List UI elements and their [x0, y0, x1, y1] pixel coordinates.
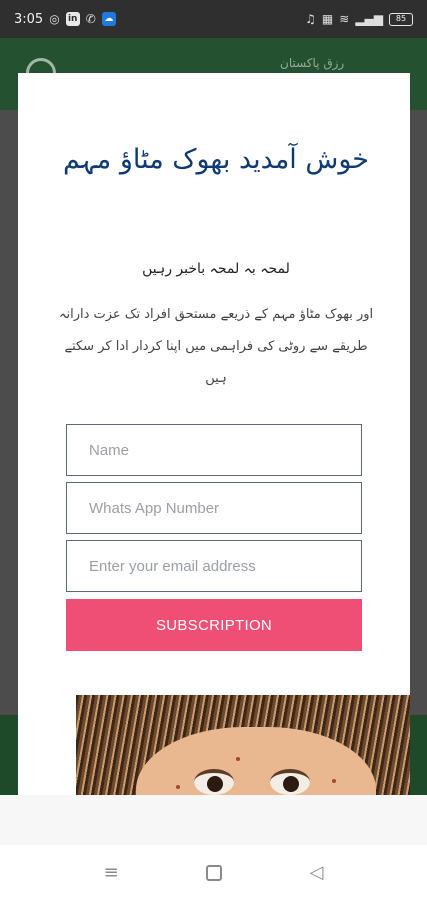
menu-lines-icon[interactable]: ≡: [104, 862, 119, 883]
wifi-icon: ≋: [339, 12, 350, 26]
child-photo: [76, 695, 410, 795]
battery-icon: 85: [389, 12, 413, 26]
modal-title: خوش آمدید بھوک مٹاؤ مہم: [63, 144, 369, 175]
photo-freckle: [332, 779, 336, 783]
status-bar-left: 3:05 ◎ in ✆ ☁: [14, 12, 116, 27]
page-bottom-strip: [0, 795, 427, 845]
subscription-modal: خوش آمدید بھوک مٹاؤ مہم لمحہ بہ لمحہ باخ…: [18, 73, 410, 795]
photo-right-eye: [270, 769, 310, 795]
phone-icon: ✆: [85, 12, 96, 26]
modal-description: اور بھوک مٹاؤ مہم کے ذریعے مستحق افراد ت…: [58, 307, 374, 386]
background-logo: رزق پاکستان: [280, 56, 345, 70]
volte-icon: ▦: [321, 12, 334, 26]
clock: 3:05: [14, 11, 44, 27]
subscription-button[interactable]: SUBSCRIPTION: [66, 599, 362, 651]
name-field[interactable]: [66, 424, 362, 476]
system-nav-bar: ≡ ◁: [0, 845, 427, 900]
linkedin-icon: in: [65, 12, 80, 26]
status-bar-right: ♫ ▦ ≋ ▂▄▆ 85: [305, 12, 413, 26]
whatsapp-number-field[interactable]: [66, 482, 362, 534]
modal-subtitle: لمحہ بہ لمحہ باخبر رہیں: [142, 261, 290, 277]
photo-freckle: [236, 757, 240, 761]
photo-left-eye: [194, 769, 234, 795]
photo-freckle: [176, 785, 180, 789]
triangle-back-icon[interactable]: ◁: [309, 862, 323, 883]
cloud-app-icon: ☁: [101, 12, 116, 26]
email-field[interactable]: [66, 540, 362, 592]
headset-icon: ♫: [305, 12, 316, 26]
square-home-icon[interactable]: [206, 864, 223, 881]
signal-icon: ▂▄▆: [355, 12, 383, 26]
status-bar: 3:05 ◎ in ✆ ☁ ♫ ▦ ≋ ▂▄▆ 85: [0, 0, 427, 38]
instagram-icon: ◎: [49, 12, 60, 26]
